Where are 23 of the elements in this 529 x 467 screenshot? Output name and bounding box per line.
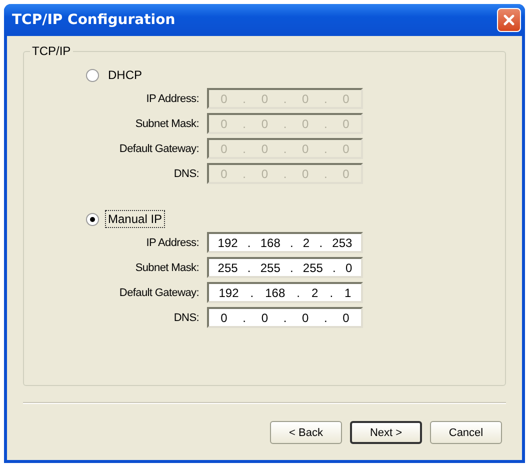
radio-label[interactable]: DHCP [105, 66, 146, 84]
ip-address-field[interactable]: 192 . 168 . 2 . 253 [207, 232, 363, 253]
field-label: Subnet Mask: [134, 118, 200, 130]
ip-address-field[interactable]: 0 . 0 . 0 . 0 [207, 307, 363, 328]
field-label: IP Address: [145, 236, 200, 248]
field-label: Default Gateway: [118, 286, 200, 298]
radio-button[interactable] [86, 68, 99, 82]
field-label: DNS: [172, 312, 200, 324]
radio-button[interactable] [86, 212, 99, 226]
close-icon [502, 13, 516, 27]
field-label: DNS: [172, 168, 200, 180]
field-label: Subnet Mask: [134, 262, 200, 274]
window-title: TCP/IP Configuration [12, 12, 176, 28]
dialog-button[interactable]: Cancel [430, 421, 502, 444]
dialog-button[interactable]: Next > [350, 421, 422, 444]
field-label: IP Address: [145, 92, 200, 104]
ip-address-field[interactable]: 192 . 168 . 2 . 1 [207, 282, 363, 303]
group-title: TCP/IP [31, 44, 72, 58]
close-button[interactable] [497, 8, 521, 32]
field-label: Default Gateway: [118, 142, 200, 154]
ip-address-field[interactable]: 255 . 255 . 255 . 0 [207, 257, 363, 278]
radio-label[interactable]: Manual IP [105, 210, 166, 228]
dialog-button[interactable]: < Back [270, 421, 342, 444]
